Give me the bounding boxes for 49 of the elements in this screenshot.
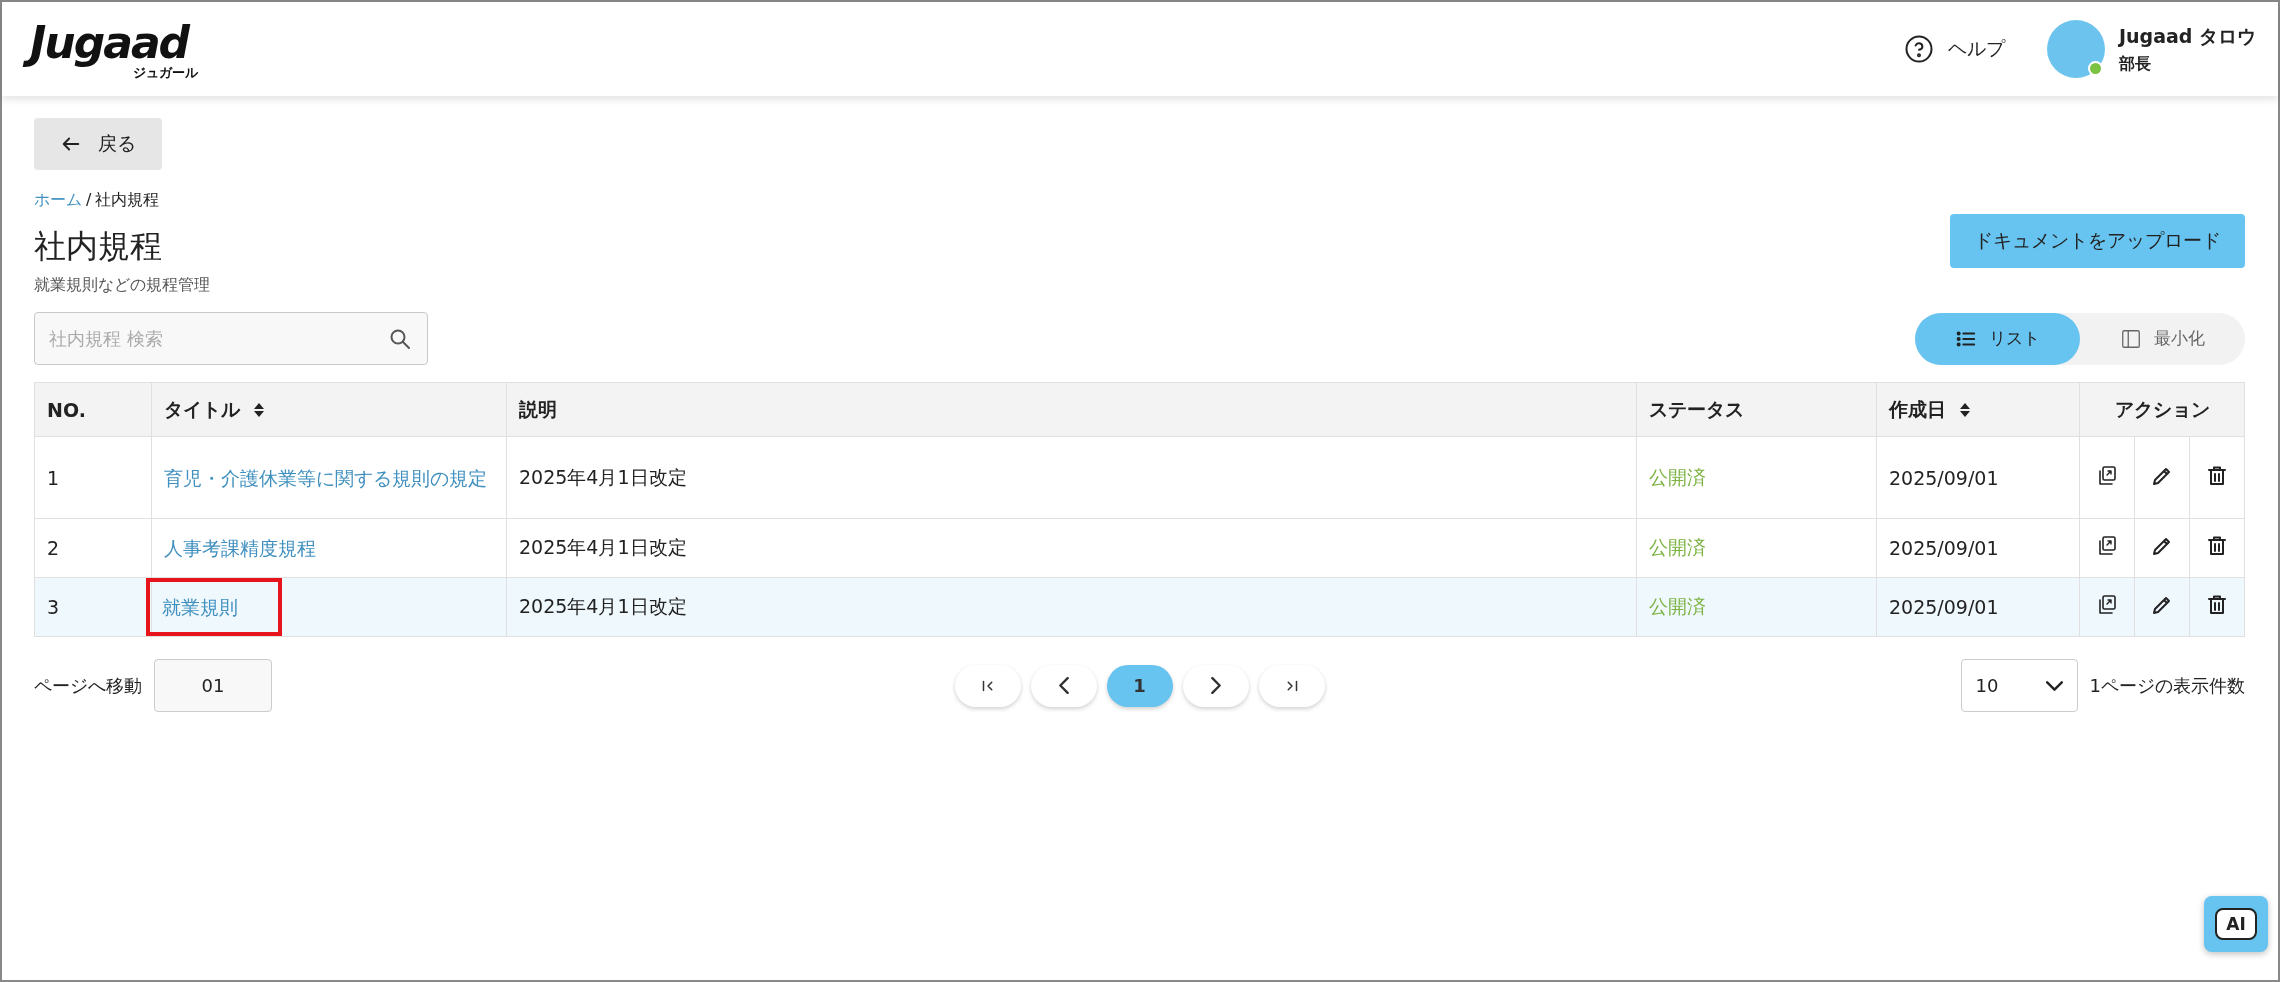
trash-button[interactable] — [2205, 593, 2229, 617]
table-cell: 3 — [34, 577, 152, 637]
back-button[interactable]: 戻る — [34, 118, 162, 170]
table-cell: 2025/09/01 — [1876, 518, 2080, 578]
status-cell: 公開済 — [1636, 518, 1877, 578]
chevron-left-icon — [1058, 677, 1069, 694]
trash-icon — [2205, 534, 2229, 558]
breadcrumb-separator: / — [86, 190, 92, 211]
trash-button[interactable] — [2205, 534, 2229, 558]
compact-view-tab[interactable]: 最小化 — [2080, 312, 2245, 365]
table-cell: 2025年4月1日改定 — [506, 436, 1637, 519]
user-name: Jugaad タロウ — [2118, 23, 2256, 49]
column-header: タイトル — [151, 382, 507, 437]
table-cell: 2025年4月1日改定 — [506, 518, 1637, 578]
list-view-tab[interactable]: リスト — [1915, 312, 2080, 365]
go-to-page-label: ページへ移動 — [34, 673, 142, 698]
page-button[interactable]: 1 — [1106, 664, 1173, 707]
trash-icon — [2205, 593, 2229, 617]
per-page-label: 1ページの表示件数 — [2089, 673, 2245, 698]
page-title: 社内規程 — [34, 226, 163, 267]
column-header: NO. — [34, 382, 152, 437]
page-subtitle: 就業規則などの規程管理 — [34, 275, 210, 296]
upload-button[interactable]: ドキュメントをアップロード — [1950, 214, 2245, 268]
page-number-input[interactable]: 01 — [154, 659, 272, 712]
column-header: 説明 — [506, 382, 1637, 437]
ai-chat-button[interactable]: AI — [2204, 896, 2268, 952]
chevron-down-icon — [2045, 680, 2063, 691]
column-header: アクション — [2079, 382, 2245, 437]
table-cell: 2025/09/01 — [1876, 436, 2080, 519]
sort-icon[interactable] — [254, 403, 264, 417]
column-header: 作成日 — [1876, 382, 2080, 437]
help-icon — [1903, 34, 1934, 64]
search-icon — [388, 327, 412, 351]
column-header: ステータス — [1636, 382, 1877, 437]
table-cell: 2025年4月1日改定 — [506, 577, 1637, 637]
table-cell: 1 — [34, 436, 152, 519]
search-field[interactable]: 社内規程 検索 — [34, 312, 428, 365]
chevron-right-icon — [1210, 677, 1221, 694]
sort-icon[interactable] — [1960, 403, 1970, 417]
breadcrumb-current: 社内規程 — [95, 190, 160, 211]
status-cell: 公開済 — [1636, 436, 1877, 519]
breadcrumb-link[interactable]: ホーム — [34, 190, 82, 211]
per-page-select[interactable]: 10 — [1960, 659, 2078, 712]
table-cell: 2 — [34, 518, 152, 578]
panel-icon — [2120, 327, 2142, 350]
table-cell: 2025/09/01 — [1876, 577, 2080, 637]
user-role: 部長 — [2118, 53, 2152, 75]
help-link[interactable]: ヘルプ — [1897, 33, 2011, 65]
status-cell: 公開済 — [1636, 577, 1877, 637]
